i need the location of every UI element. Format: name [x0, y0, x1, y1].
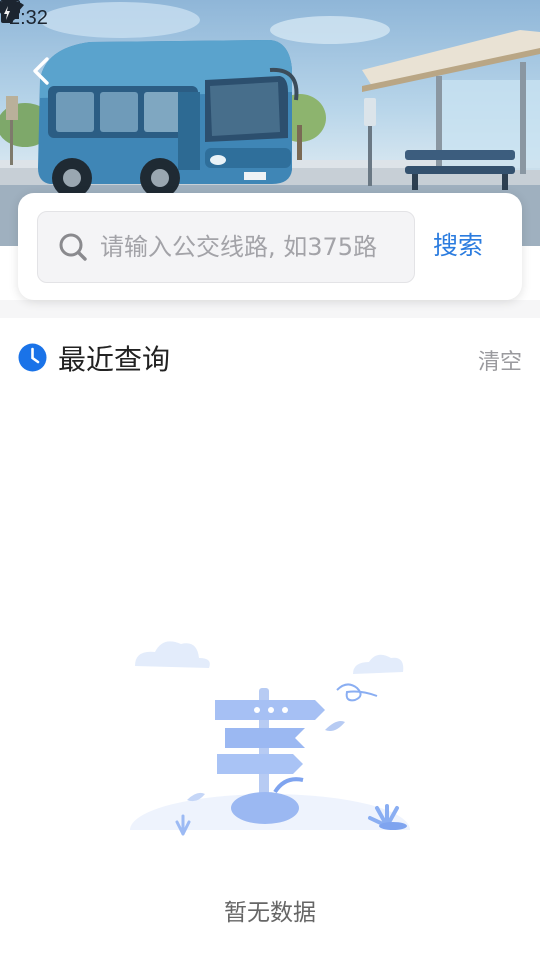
battery-icon — [1, 0, 13, 23]
clock-icon — [18, 343, 47, 372]
chevron-left-icon — [33, 57, 49, 85]
empty-state-text: 暂无数据 — [224, 900, 316, 926]
back-button[interactable] — [30, 56, 70, 96]
search-card: 搜索 — [18, 193, 522, 300]
search-input[interactable] — [100, 233, 400, 261]
signpost-illustration — [130, 641, 410, 866]
search-box[interactable] — [37, 211, 415, 283]
search-icon — [58, 232, 88, 262]
status-bar: 2:32 — [0, 0, 540, 36]
search-button[interactable]: 搜索 — [433, 228, 483, 264]
clear-button[interactable]: 清空 — [478, 344, 522, 376]
recent-header: 最近查询 清空 — [18, 336, 522, 380]
recent-title: 最近查询 — [58, 343, 171, 376]
empty-state-illustration — [125, 630, 415, 866]
section-divider — [0, 300, 540, 318]
